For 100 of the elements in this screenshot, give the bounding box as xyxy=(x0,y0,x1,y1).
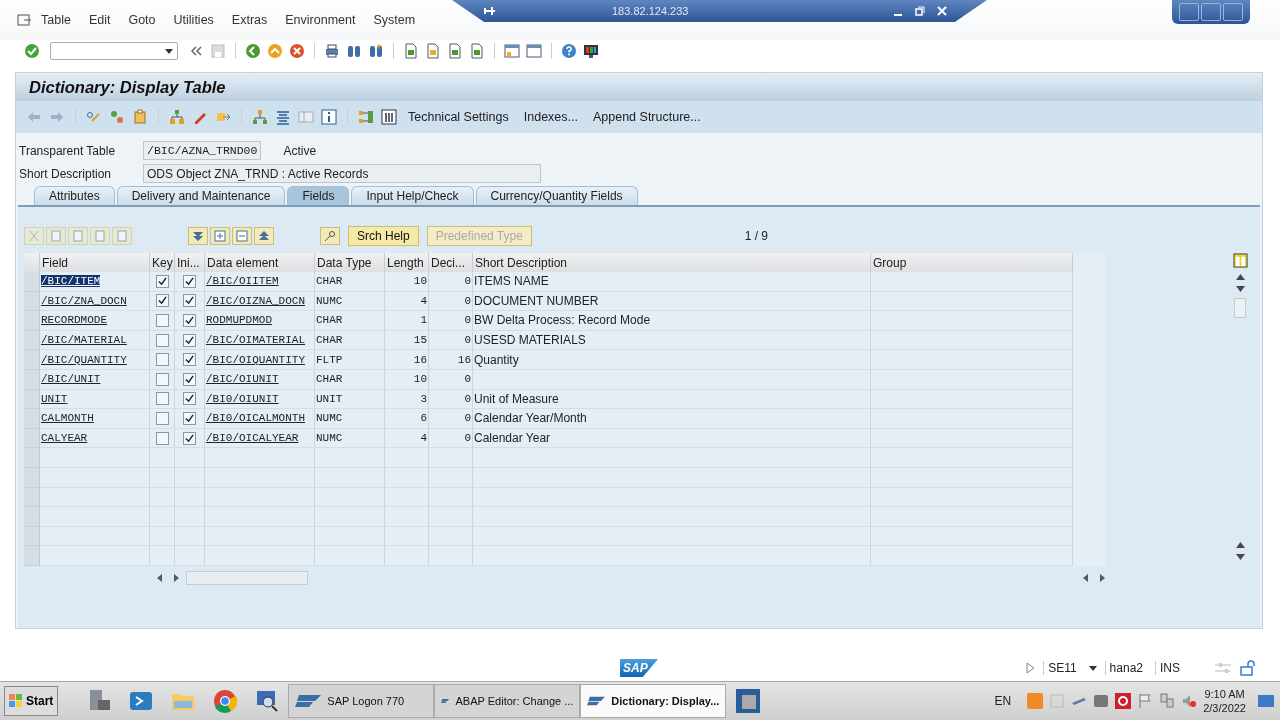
binoculars-icon[interactable] xyxy=(346,43,362,59)
tab[interactable]: Input Help/Check xyxy=(351,186,474,205)
chip-icon[interactable] xyxy=(734,687,763,715)
caret-icon[interactable] xyxy=(165,48,173,54)
checkbox[interactable] xyxy=(155,392,169,406)
panel-icon[interactable] xyxy=(298,109,314,125)
page-icon[interactable] xyxy=(469,43,485,59)
play-icon[interactable] xyxy=(1026,662,1036,674)
data-element-link[interactable]: RODMUPDMOD xyxy=(206,314,272,327)
checkbox[interactable] xyxy=(155,294,169,308)
field-name[interactable]: CALYEAR xyxy=(41,432,88,445)
description-field[interactable]: ODS Object ZNA_TRND : Active Records xyxy=(143,164,541,183)
help-icon[interactable] xyxy=(561,43,577,59)
collapse-button[interactable] xyxy=(254,227,274,245)
scroll-down-icon[interactable] xyxy=(1235,554,1245,560)
scroll-up-icon[interactable] xyxy=(1235,542,1245,548)
binoculars-icon[interactable] xyxy=(368,43,384,59)
tab[interactable]: Delivery and Maintenance xyxy=(116,186,286,205)
column-header[interactable]: Group xyxy=(871,253,1073,272)
column-header[interactable]: Field xyxy=(40,253,150,272)
back-icon[interactable] xyxy=(245,43,261,59)
data-element-link[interactable]: /BI0/OICALMONTH xyxy=(206,412,306,425)
checkbox[interactable] xyxy=(183,431,196,445)
clipboard-icon[interactable] xyxy=(132,109,148,125)
table-icon[interactable] xyxy=(381,109,397,125)
restore-icon[interactable] xyxy=(915,6,925,16)
column-header[interactable]: Length xyxy=(385,253,429,272)
column-header[interactable]: Data Type xyxy=(315,253,385,272)
data-element-link[interactable]: /BIC/OIITEM xyxy=(206,275,279,288)
lock-icon[interactable] xyxy=(1240,660,1256,676)
scroll-left-icon[interactable] xyxy=(1082,573,1090,582)
checkbox[interactable] xyxy=(155,372,169,386)
field-name[interactable]: /BIC/QUANTITY xyxy=(41,353,127,366)
scroll-left-icon[interactable] xyxy=(156,573,164,582)
speaker-icon[interactable] xyxy=(1181,693,1198,709)
maximize-button[interactable] xyxy=(1201,3,1221,21)
clock-time[interactable]: 9:10 AM xyxy=(1204,687,1245,701)
toolbar-button[interactable]: Append Structure... xyxy=(588,110,705,124)
checkbox[interactable] xyxy=(183,411,196,425)
menu-item[interactable]: System xyxy=(364,13,425,27)
scrollbar-thumb[interactable] xyxy=(186,570,308,585)
scrollbar-thumb[interactable] xyxy=(1234,298,1246,318)
checkbox[interactable] xyxy=(183,353,196,367)
transaction-code[interactable]: SE11 xyxy=(1043,661,1081,675)
delete-button[interactable] xyxy=(232,227,252,245)
tree-icon[interactable] xyxy=(252,109,268,125)
data-element-link[interactable]: /BIC/OIUNIT xyxy=(206,373,279,386)
scroll-up-icon[interactable] xyxy=(1235,274,1245,280)
close-icon[interactable] xyxy=(937,6,947,16)
data-element-link[interactable]: /BIC/OIQUANTITY xyxy=(206,353,306,366)
page-icon[interactable] xyxy=(447,43,463,59)
tab[interactable]: Fields xyxy=(287,186,350,205)
right-arrow-icon[interactable] xyxy=(49,109,65,125)
table-name-field[interactable]: /BIC/AZNA_TRND00 xyxy=(143,141,262,160)
checkbox[interactable] xyxy=(155,353,169,367)
data-element-link[interactable]: /BIC/OIMATERIAL xyxy=(206,334,306,347)
column-header[interactable]: Key xyxy=(150,253,175,272)
checkbox[interactable] xyxy=(183,333,196,347)
printer-icon[interactable] xyxy=(324,43,340,59)
checkbox[interactable] xyxy=(155,431,169,445)
taskbar-button[interactable]: ABAP Editor: Change ... xyxy=(434,684,581,718)
menu-item[interactable]: Extras xyxy=(222,13,277,27)
pin-icon[interactable] xyxy=(484,5,496,17)
language-indicator[interactable]: EN xyxy=(994,694,1012,708)
menu-icon[interactable] xyxy=(16,12,32,28)
column-header[interactable]: Ini... xyxy=(175,253,205,272)
scroll-down-icon[interactable] xyxy=(1235,286,1245,292)
column-header[interactable]: Data element xyxy=(205,253,315,272)
page-icon[interactable] xyxy=(425,43,441,59)
caret-icon[interactable] xyxy=(1088,665,1097,671)
column-settings-icon[interactable] xyxy=(1232,253,1248,268)
insert-button[interactable] xyxy=(210,227,230,245)
menu-item[interactable]: Table xyxy=(32,13,80,27)
checkbox[interactable] xyxy=(155,314,169,327)
checkbox[interactable] xyxy=(155,333,169,347)
window-icon[interactable] xyxy=(526,43,542,59)
exit-icon[interactable] xyxy=(267,43,283,59)
menu-item[interactable]: Goto xyxy=(119,13,165,27)
info-icon[interactable] xyxy=(321,109,337,125)
check-icon[interactable] xyxy=(24,43,40,59)
checkbox[interactable] xyxy=(155,274,169,288)
network-icon[interactable] xyxy=(1159,693,1176,709)
cancel-icon[interactable] xyxy=(289,43,305,59)
sliders-icon[interactable] xyxy=(1214,662,1232,674)
data-element-link[interactable]: /BI0/OIUNIT xyxy=(206,392,279,405)
hierarchy-icon[interactable] xyxy=(169,109,185,125)
save-icon[interactable] xyxy=(210,43,226,59)
field-name[interactable]: /BIC/UNIT xyxy=(41,373,101,386)
flag-icon[interactable] xyxy=(1137,693,1154,709)
close-button[interactable] xyxy=(1223,3,1243,21)
monitor-icon[interactable] xyxy=(583,43,599,59)
clock-date[interactable]: 2/3/2022 xyxy=(1203,701,1246,715)
menu-item[interactable]: Edit xyxy=(79,13,120,27)
checkbox[interactable] xyxy=(183,392,196,406)
data-element-link[interactable]: /BIC/OIZNA_DOCN xyxy=(206,294,306,307)
tab[interactable]: Currency/Quantity Fields xyxy=(475,186,638,205)
toolbar-button[interactable]: Technical Settings xyxy=(404,110,513,124)
field-name[interactable]: RECORDMODE xyxy=(41,314,107,327)
column-header[interactable]: Short Description xyxy=(473,253,871,272)
checkbox[interactable] xyxy=(183,274,196,288)
